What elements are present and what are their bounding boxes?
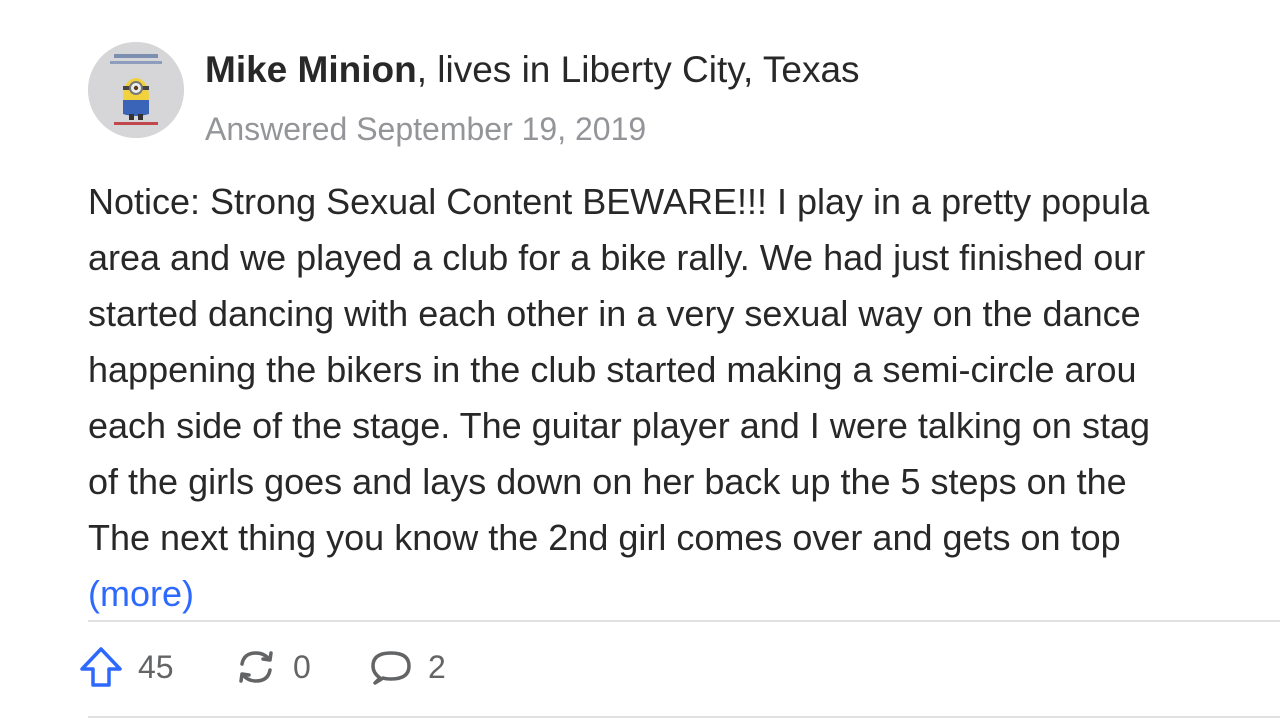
- comment-button[interactable]: 2: [368, 642, 446, 692]
- divider-bottom: [88, 716, 1280, 718]
- body-line: of the girls goes and lays down on her b…: [88, 461, 1127, 502]
- upvote-button[interactable]: 45: [78, 642, 174, 692]
- share-icon: [239, 651, 273, 683]
- comment-count: 2: [428, 648, 446, 685]
- body-line: The next thing you know the 2nd girl com…: [88, 517, 1121, 558]
- more-link[interactable]: (more): [88, 566, 194, 622]
- share-button[interactable]: 0: [233, 642, 311, 692]
- body-line: Notice: Strong Sexual Content BEWARE!!! …: [88, 181, 1150, 222]
- upvote-count: 45: [138, 648, 174, 685]
- body-line: happening the bikers in the club started…: [88, 349, 1137, 390]
- body-line: each side of the stage. The guitar playe…: [88, 405, 1150, 446]
- author-credential: , lives in Liberty City, Texas: [416, 49, 860, 90]
- minion-avatar-icon: [88, 42, 184, 138]
- comment-icon: [371, 651, 411, 685]
- answered-date[interactable]: Answered September 19, 2019: [205, 108, 646, 150]
- author-line: Mike Minion, lives in Liberty City, Texa…: [205, 46, 860, 94]
- divider: [88, 620, 1280, 622]
- author-avatar[interactable]: [88, 42, 184, 138]
- answer-card: Mike Minion, lives in Liberty City, Texa…: [0, 0, 1280, 720]
- body-line: started dancing with each other in a ver…: [88, 293, 1141, 334]
- body-line: area and we played a club for a bike ral…: [88, 237, 1146, 278]
- share-count: 0: [293, 648, 311, 685]
- author-name[interactable]: Mike Minion: [205, 49, 417, 90]
- answer-body[interactable]: Notice: Strong Sexual Content BEWARE!!! …: [88, 174, 1280, 566]
- upvote-arrow-icon: [80, 647, 122, 687]
